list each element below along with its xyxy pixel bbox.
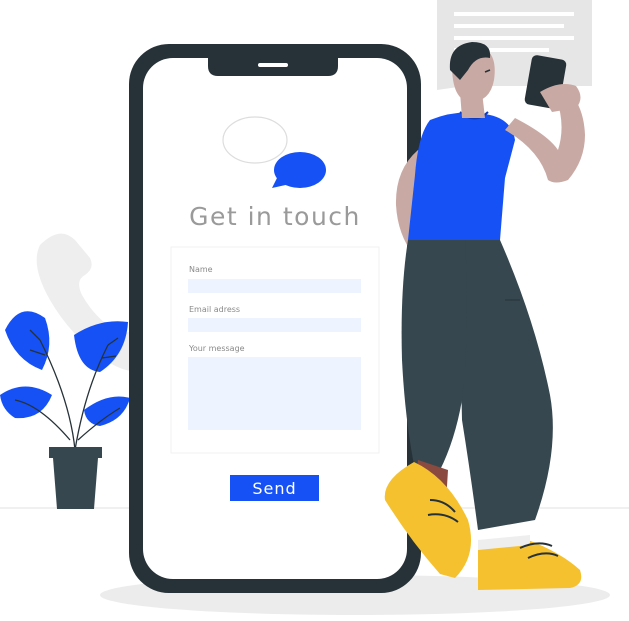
name-label: Name xyxy=(189,265,213,274)
contact-illustration: Get in touch Name Email adress Your mess… xyxy=(0,0,629,621)
send-button[interactable]: Send xyxy=(230,475,319,501)
message-textarea[interactable] xyxy=(188,357,361,430)
chat-bubble-outline-icon xyxy=(222,116,288,164)
email-label: Email adress xyxy=(189,305,241,314)
message-label: Your message xyxy=(189,344,245,353)
email-input[interactable] xyxy=(188,318,361,332)
page-title: Get in touch xyxy=(189,202,361,231)
name-input[interactable] xyxy=(188,279,361,293)
plant xyxy=(0,311,130,509)
illustration-scene xyxy=(0,0,629,615)
